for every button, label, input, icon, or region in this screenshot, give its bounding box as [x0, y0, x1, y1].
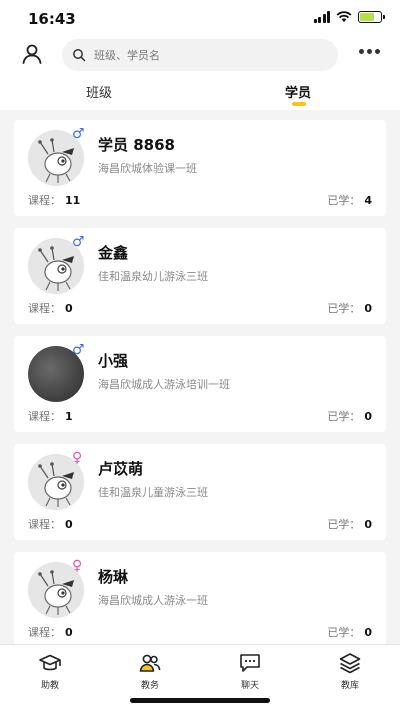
learned-label: 已学： — [327, 410, 361, 423]
student-card[interactable]: ♀ 杨琳 海昌欣城成人游泳一班 课程： 0 已学： 0 — [14, 552, 386, 644]
status-bar: 16:43 — [0, 0, 400, 36]
course-value: 0 — [65, 302, 73, 315]
course-value: 0 — [65, 518, 73, 531]
users-icon — [139, 654, 161, 672]
gender-female-icon: ♀ — [72, 558, 83, 574]
student-card[interactable]: ♂ 小强海昌欣城成人游泳培训一班课程： 1 已学： 0 — [14, 336, 386, 432]
course-label: 课程： — [28, 518, 61, 531]
learned-value: 0 — [364, 626, 372, 639]
course-count: 课程： 11 — [28, 192, 80, 208]
learned-label: 已学： — [327, 302, 361, 315]
active-tab-indicator — [292, 102, 306, 106]
status-time: 16:43 — [28, 10, 76, 28]
student-card[interactable]: ♀ 卢苡萌 佳和温泉儿童游泳三班 课程： 0 已学： 0 — [14, 444, 386, 540]
learned-value: 0 — [364, 518, 372, 531]
course-count: 课程： 0 — [28, 300, 73, 316]
learned-value: 0 — [364, 302, 372, 315]
tab-students[interactable]: 学员 — [285, 82, 311, 101]
course-value: 11 — [65, 194, 81, 207]
battery-icon — [358, 11, 385, 23]
student-card[interactable]: ♂ 金鑫 佳和温泉幼儿游泳三班 课程： 0 已学： 0 — [14, 228, 386, 324]
gender-male-icon: ♂ — [72, 234, 85, 250]
nav-label: 助教 — [40, 681, 59, 691]
more-icon[interactable] — [359, 49, 380, 54]
student-class: 海昌欣城体验课一班 — [98, 162, 197, 175]
nav-library[interactable]: 教库 — [320, 651, 380, 691]
nav-label: 教务 — [140, 681, 159, 691]
header — [0, 36, 400, 74]
student-class: 海昌欣城成人游泳培训一班 — [98, 378, 230, 391]
learned-value: 0 — [364, 410, 372, 423]
learned-label: 已学： — [327, 626, 361, 639]
layers-icon — [339, 653, 361, 674]
wifi-icon — [336, 11, 352, 22]
student-list[interactable]: ♂ 学员 8868 海昌欣城体验课一班 课程： 11 已学： 4 ♂ 金鑫 佳和温泉幼儿游泳三班课… — [0, 110, 400, 644]
nav-chat[interactable]: 聊天 — [220, 651, 280, 691]
gender-female-icon: ♀ — [72, 450, 83, 466]
signal-icon — [313, 11, 330, 23]
tab-bar: 班级 学员 — [0, 74, 400, 110]
course-count: 课程： 0 — [28, 516, 73, 532]
home-indicator — [130, 698, 270, 703]
student-card[interactable]: ♂ 学员 8868 海昌欣城体验课一班课程： 11 已学： 4 — [14, 120, 386, 216]
course-label: 课程： — [28, 626, 61, 639]
student-name: 卢苡萌 — [98, 460, 144, 478]
gender-male-icon: ♂ — [72, 342, 85, 358]
course-count: 课程： 1 — [28, 408, 73, 424]
learned-count: 已学： 0 — [327, 300, 372, 316]
course-count: 课程： 0 — [28, 624, 73, 640]
learned-count: 已学： 0 — [327, 516, 372, 532]
course-label: 课程： — [28, 302, 61, 315]
student-class: 海昌欣城成人游泳一班 — [98, 594, 208, 607]
learned-label: 已学： — [327, 194, 361, 207]
student-name: 学员 8868 — [98, 136, 175, 154]
graduation-cap-icon — [39, 654, 61, 671]
tab-classes[interactable]: 班级 — [86, 82, 112, 101]
chat-icon — [240, 654, 260, 672]
user-profile-icon[interactable] — [20, 42, 44, 66]
student-class: 佳和温泉幼儿游泳三班 — [98, 270, 208, 283]
search-icon — [73, 49, 86, 62]
search-bar[interactable] — [62, 39, 338, 71]
search-input[interactable] — [94, 48, 324, 62]
student-name: 金鑫 — [98, 244, 129, 262]
learned-count: 已学： 0 — [327, 624, 372, 640]
nav-label: 教库 — [340, 681, 359, 691]
status-icons — [313, 11, 385, 23]
learned-count: 已学： 4 — [327, 192, 372, 208]
student-name: 杨琳 — [98, 568, 129, 586]
nav-academic[interactable]: 教务 — [120, 651, 180, 691]
course-label: 课程： — [28, 410, 61, 423]
course-value: 1 — [65, 410, 73, 423]
nav-label: 聊天 — [240, 681, 259, 691]
course-label: 课程： — [28, 194, 61, 207]
learned-label: 已学： — [327, 518, 361, 531]
nav-assistant[interactable]: 助教 — [20, 651, 80, 691]
learned-value: 4 — [364, 194, 372, 207]
learned-count: 已学： 0 — [327, 408, 372, 424]
student-name: 小强 — [98, 352, 129, 370]
student-class: 佳和温泉儿童游泳三班 — [98, 486, 208, 499]
course-value: 0 — [65, 626, 73, 639]
gender-male-icon: ♂ — [72, 126, 85, 142]
